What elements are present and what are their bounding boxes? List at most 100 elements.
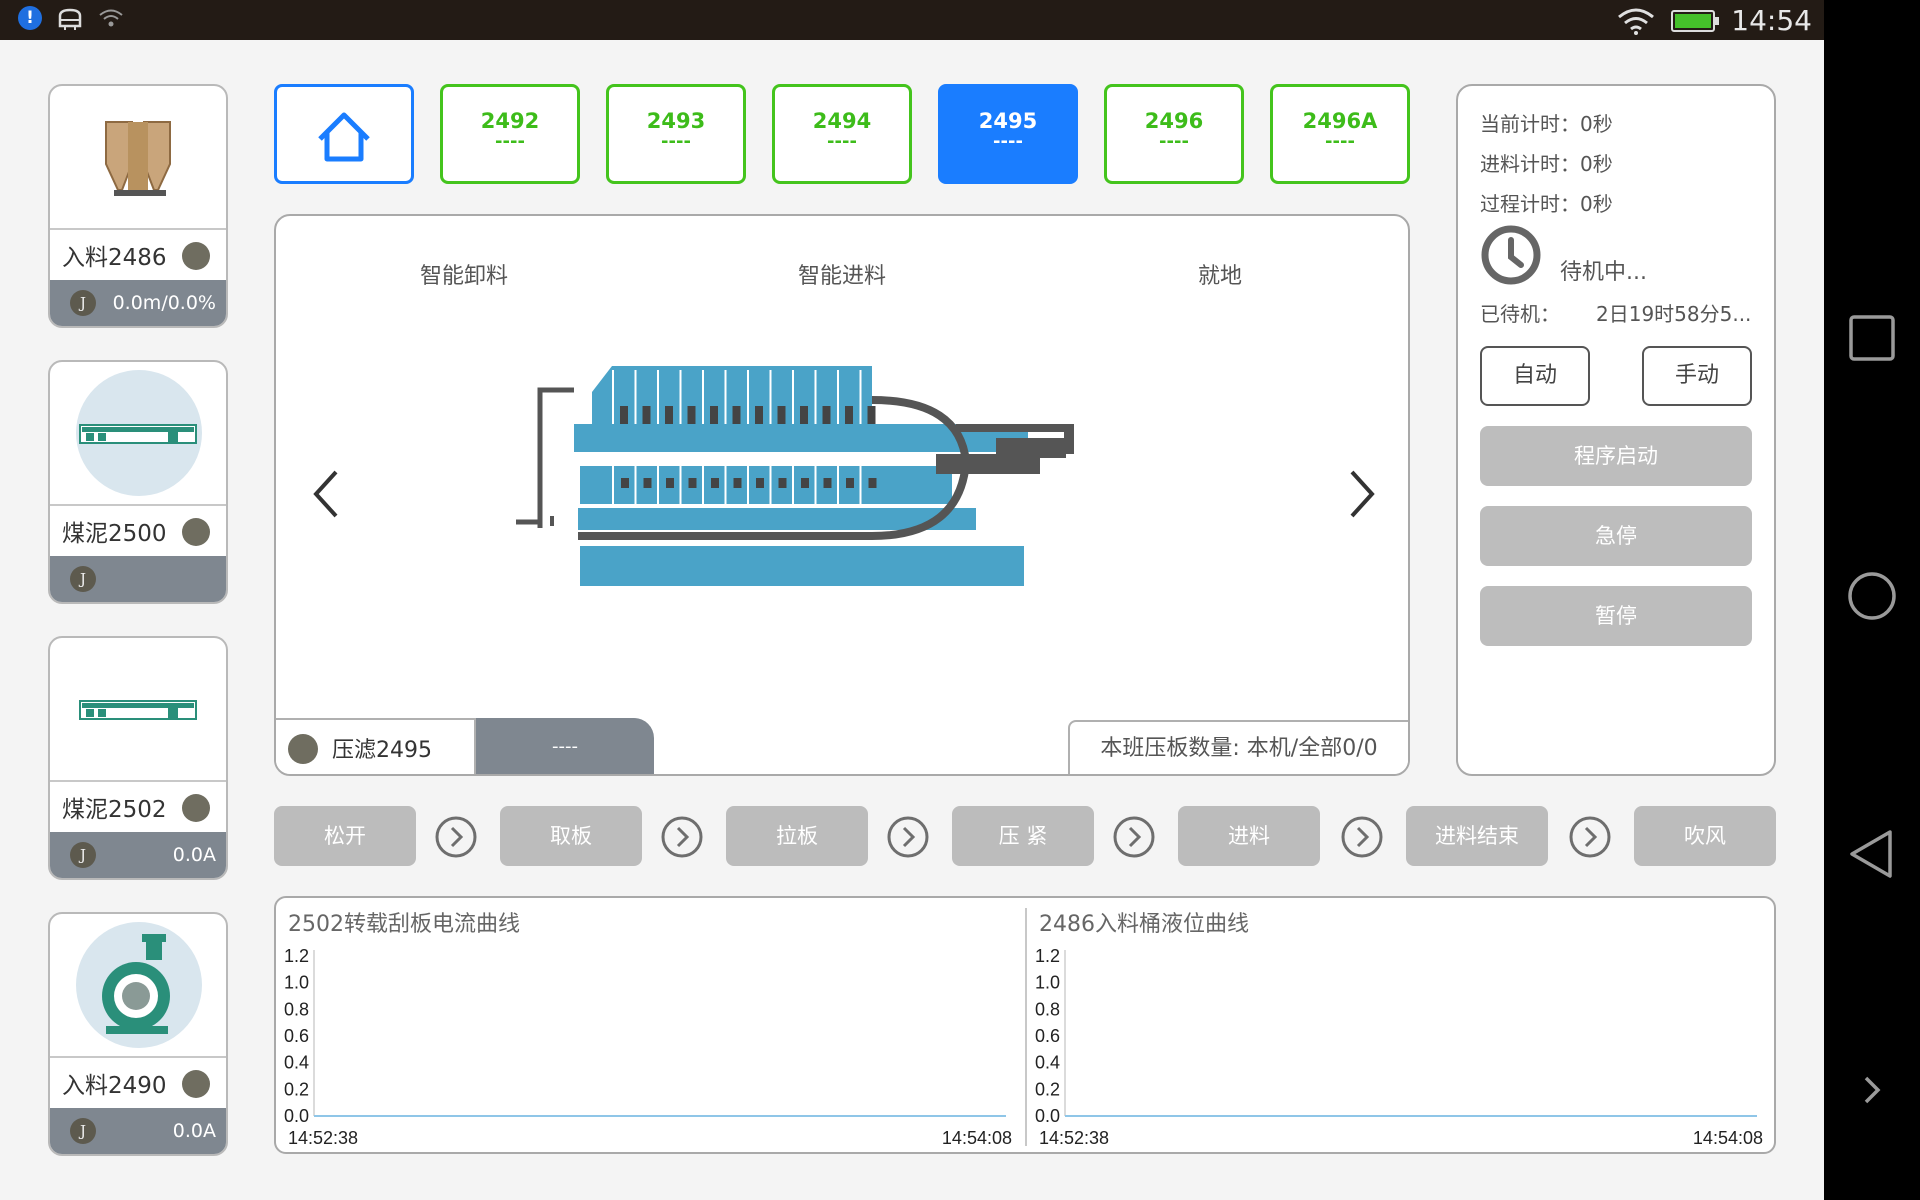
y-tick-label: 0.2	[1035, 1079, 1060, 1099]
device-picture	[50, 362, 226, 506]
device-value: 0.0A	[172, 844, 216, 866]
conveyor-icon	[79, 424, 197, 444]
device-name: 入料2486	[62, 245, 167, 271]
status-indicator	[182, 1070, 210, 1098]
y-tick-label: 1.0	[284, 973, 309, 993]
mode-local[interactable]: 就地	[1198, 258, 1242, 290]
step-release-button[interactable]: 松开	[274, 806, 416, 866]
pause-button[interactable]: 暂停	[1480, 586, 1752, 646]
step-arrow-icon	[435, 816, 477, 858]
step-pull-plate-button[interactable]: 拉板	[726, 806, 868, 866]
device-name: 煤泥2502	[62, 797, 167, 823]
device-card-feed-2490[interactable]: 入料2490 J 0.0A	[48, 912, 228, 1156]
filter-press-illustration	[516, 366, 1074, 586]
tab-2496a[interactable]: 2496A ----	[1270, 84, 1410, 184]
prev-arrow-icon[interactable]	[306, 464, 346, 524]
y-tick-label: 0.8	[284, 999, 309, 1019]
chart-plot: 1.2 1.0 0.8 0.6 0.4 0.2 0.014:52:38 14:54:08	[284, 946, 1012, 1148]
x-tick-label: 14:52:38	[1039, 1128, 1109, 1148]
tab-2493[interactable]: 2493 ----	[606, 84, 746, 184]
idle-label: 已待机：	[1480, 302, 1560, 326]
device-picture	[50, 86, 226, 230]
tab-2496[interactable]: 2496 ----	[1104, 84, 1244, 184]
mode-badge: J	[70, 566, 96, 592]
step-feed-button[interactable]: 进料	[1178, 806, 1320, 866]
wifi-icon	[1618, 8, 1655, 35]
machine-state: 待机中...	[1560, 260, 1647, 285]
device-value: 0.0A	[172, 1120, 216, 1142]
trend-charts: 2502转载刮板电流曲线 1.2 1.0 0.8 0.6 0.4 0.2 0.0 14:52:…	[274, 896, 1776, 1154]
program-start-button[interactable]: 程序启动	[1480, 426, 1752, 486]
device-picture	[50, 914, 226, 1058]
process-timer: 过程计时：0秒	[1480, 192, 1613, 216]
tab-2494[interactable]: 2494 ----	[772, 84, 912, 184]
next-arrow-icon[interactable]	[1342, 464, 1382, 524]
y-tick-label: 0.4	[1035, 1053, 1060, 1073]
manual-button[interactable]: 手动	[1642, 346, 1752, 406]
feed-timer: 进料计时：0秒	[1480, 152, 1613, 176]
home-nav-icon[interactable]	[1848, 572, 1896, 620]
home-tab[interactable]	[274, 84, 414, 184]
wifi-small-icon	[99, 9, 123, 27]
step-arrow-icon	[1569, 816, 1611, 858]
android-debug-icon	[58, 8, 82, 30]
step-arrow-icon	[1113, 816, 1155, 858]
step-arrow-icon	[1341, 816, 1383, 858]
y-tick-label: 0.6	[1035, 1026, 1060, 1046]
y-tick-label: 0.6	[284, 1026, 309, 1046]
mode-smart-unload[interactable]: 智能卸料	[420, 258, 508, 290]
mode-badge: J	[70, 842, 96, 868]
recents-icon[interactable]	[1848, 314, 1896, 362]
y-tick-label: 1.2	[1035, 946, 1060, 966]
status-indicator	[182, 518, 210, 546]
y-tick-label: 1.0	[1035, 973, 1060, 993]
idle-duration: 2日19时58分5...	[1596, 302, 1752, 326]
tab-2492[interactable]: 2492 ----	[440, 84, 580, 184]
auto-button[interactable]: 自动	[1480, 346, 1590, 406]
hopper-icon	[105, 121, 171, 196]
device-name: 入料2490	[62, 1073, 167, 1099]
mode-badge: J	[70, 290, 96, 316]
y-tick-label: 1.2	[284, 946, 309, 966]
home-icon	[318, 112, 370, 162]
step-take-plate-button[interactable]: 取板	[500, 806, 642, 866]
device-value: 0.0m/0.0%	[112, 292, 216, 314]
mode-smart-feed[interactable]: 智能进料	[798, 258, 886, 290]
device-picture	[50, 638, 226, 782]
clock: 14:54	[1731, 4, 1812, 37]
x-tick-label: 14:54:08	[1693, 1128, 1763, 1148]
current-timer: 当前计时：0秒	[1480, 112, 1613, 136]
step-blow-button[interactable]: 吹风	[1634, 806, 1776, 866]
machine-status: ----	[476, 718, 654, 774]
step-compress-button[interactable]: 压 紧	[952, 806, 1094, 866]
emergency-stop-button[interactable]: 急停	[1480, 506, 1752, 566]
machine-name-tag: 压滤2495	[276, 718, 476, 774]
y-tick-label: 0.0	[284, 1106, 309, 1126]
plate-count: 本班压板数量: 本机/全部0/0	[1068, 720, 1408, 774]
back-icon[interactable]	[1848, 830, 1896, 878]
device-card-slurry-2500[interactable]: 煤泥2500 J	[48, 360, 228, 604]
status-indicator	[288, 734, 318, 764]
device-card-feed-2486[interactable]: 入料2486 J 0.0m/0.0%	[48, 84, 228, 328]
status-bar: ! 14:54	[0, 0, 1824, 40]
chart-plot: 1.2 1.0 0.8 0.6 0.4 0.2 0.014:52:38 14:54:08	[1035, 946, 1763, 1148]
x-tick-label: 14:52:38	[288, 1128, 358, 1148]
tab-2495[interactable]: 2495 ----	[938, 84, 1078, 184]
y-tick-label: 0.4	[284, 1053, 309, 1073]
chart-scraper-current: 2502转载刮板电流曲线 1.2 1.0 0.8 0.6 0.4 0.2 0.0 14:52:…	[276, 898, 1025, 1152]
chevron-right-icon[interactable]	[1848, 1066, 1896, 1114]
device-card-slurry-2502[interactable]: 煤泥2502 J 0.0A	[48, 636, 228, 880]
y-tick-label: 0.8	[1035, 999, 1060, 1019]
chart-tank-level: 2486入料桶液位曲线 1.2 1.0 0.8 0.6 0.4 0.2 0.0 14:52:3…	[1027, 898, 1774, 1152]
machine-name: 压滤2495	[332, 738, 432, 763]
battery-icon	[1671, 9, 1720, 32]
step-arrow-icon	[661, 816, 703, 858]
pump-icon	[102, 934, 170, 1034]
filter-press-panel: 智能卸料 智能进料 就地 压滤2495 ---- 本班压板数量: 本机/全部0/…	[274, 214, 1410, 776]
device-name: 煤泥2500	[62, 521, 167, 547]
step-arrow-icon	[887, 816, 929, 858]
alert-icon: !	[18, 6, 42, 30]
y-tick-label: 0.0	[1035, 1106, 1060, 1126]
mode-badge: J	[70, 1118, 96, 1144]
step-feed-end-button[interactable]: 进料结束	[1406, 806, 1548, 866]
